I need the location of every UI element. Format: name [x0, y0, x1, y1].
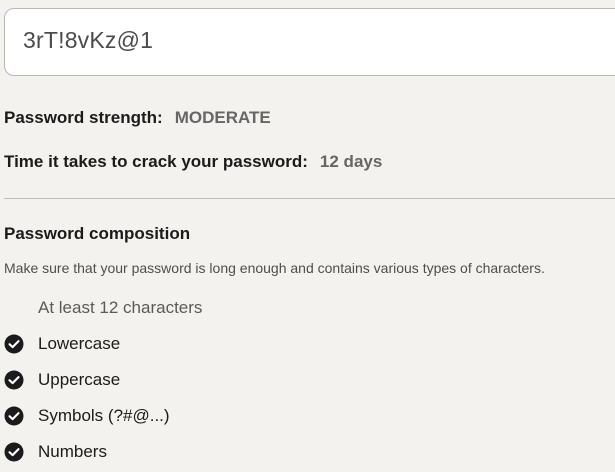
criteria-item-uppercase: Uppercase	[4, 362, 202, 398]
check-circle-icon	[4, 442, 24, 462]
criteria-label: Uppercase	[38, 370, 121, 389]
crack-time-label: Time it takes to crack your password:	[4, 152, 308, 171]
composition-criteria-list: At least 12 characters Lowercase Upperca…	[4, 290, 202, 470]
criteria-item-lowercase: Lowercase	[4, 326, 202, 362]
strength-row: Password strength: MODERATE	[4, 108, 271, 128]
section-divider	[4, 198, 615, 199]
check-circle-icon	[4, 334, 24, 354]
composition-description: Make sure that your password is long eno…	[4, 260, 545, 276]
criteria-item-length: At least 12 characters	[4, 290, 202, 326]
criteria-item-numbers: Numbers	[4, 434, 202, 470]
crack-time-row: Time it takes to crack your password: 12…	[4, 152, 382, 172]
check-circle-icon	[4, 406, 24, 426]
password-checker-page: 3rT!8vKz@1 Password strength: MODERATE T…	[0, 0, 615, 472]
criteria-label: Lowercase	[38, 334, 121, 353]
composition-title: Password composition	[4, 224, 191, 243]
check-circle-icon	[4, 370, 24, 390]
crack-time-value: 12 days	[319, 152, 383, 171]
criteria-label: At least 12 characters	[38, 298, 203, 317]
strength-label: Password strength:	[4, 108, 163, 127]
strength-value: MODERATE	[174, 108, 271, 127]
password-input-field[interactable]: 3rT!8vKz@1	[4, 8, 615, 76]
criteria-item-symbols: Symbols (?#@...)	[4, 398, 202, 434]
criteria-empty-slot	[4, 298, 24, 318]
criteria-label: Numbers	[38, 442, 107, 461]
criteria-label: Symbols (?#@...)	[38, 406, 170, 425]
password-input-value[interactable]: 3rT!8vKz@1	[23, 27, 153, 54]
